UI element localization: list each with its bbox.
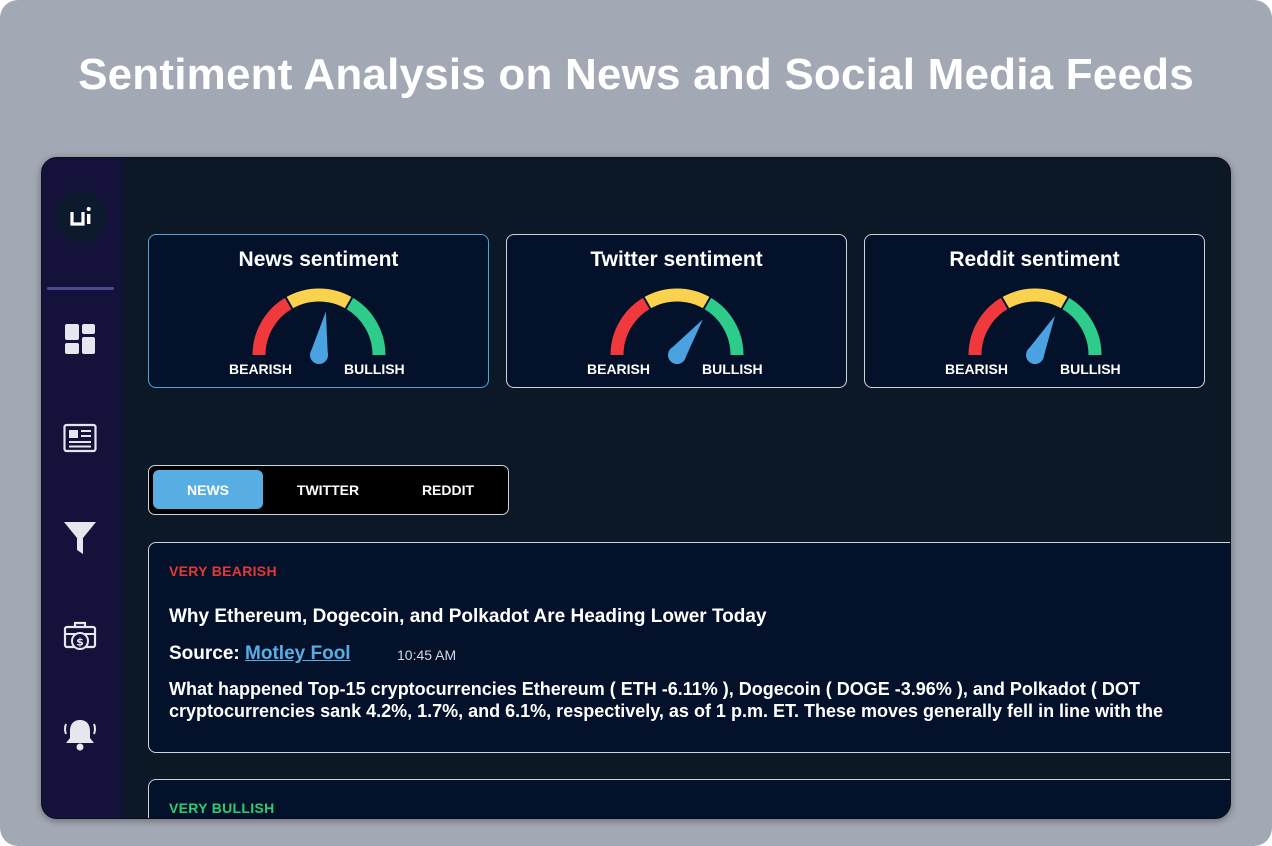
summary-line: What happened Top-15 cryptocurrencies Et… bbox=[169, 679, 1140, 699]
neutral-arc-segment bbox=[643, 288, 711, 309]
bearish-arc-segment bbox=[252, 297, 293, 356]
svg-text:$: $ bbox=[76, 636, 84, 649]
reddit-sentiment-card[interactable]: Reddit sentiment BEARISH BULLISH bbox=[864, 234, 1205, 388]
bullish-arc-segment bbox=[703, 297, 744, 356]
summary-line: cryptocurrencies sank 4.2%, 1.7%, and 6.… bbox=[169, 701, 1164, 721]
nav-news[interactable] bbox=[62, 420, 98, 456]
bearish-label: BEARISH bbox=[945, 361, 1009, 377]
gauge-needle bbox=[310, 311, 328, 364]
article-time: 10:45 AM bbox=[397, 647, 457, 663]
neutral-arc-segment bbox=[1001, 288, 1069, 309]
nav-portfolio[interactable]: $ bbox=[62, 618, 98, 654]
sidebar: $ bbox=[42, 158, 122, 818]
sidebar-divider bbox=[47, 287, 114, 290]
neutral-arc-segment bbox=[285, 288, 353, 309]
app-window: $ News sentiment BEARISH BULLISH Twitter… bbox=[41, 157, 1231, 819]
article-source: Source: Motley Fool bbox=[169, 643, 351, 665]
bullish-label: BULLISH bbox=[1060, 361, 1121, 377]
gauge-needle bbox=[668, 319, 703, 364]
nav-filter[interactable] bbox=[62, 520, 98, 556]
tab-twitter[interactable]: TWITTER bbox=[273, 470, 383, 509]
bell-icon bbox=[64, 720, 96, 751]
sentiment-gauge bbox=[252, 288, 386, 364]
article-title[interactable]: Why Ethereum, Dogecoin, and Polkadot Are… bbox=[169, 606, 767, 628]
tab-reddit[interactable]: REDDIT bbox=[393, 470, 503, 509]
sentiment-gauge bbox=[968, 288, 1102, 364]
dashboard-icon bbox=[65, 324, 95, 354]
bearish-label: BEARISH bbox=[229, 361, 293, 377]
briefcase-dollar-icon: $ bbox=[63, 621, 97, 650]
feed-item[interactable]: VERY BEARISH Why Ethereum, Dogecoin, and… bbox=[148, 542, 1230, 753]
nav-dashboard[interactable] bbox=[62, 321, 98, 357]
filter-icon bbox=[64, 522, 96, 554]
sentiment-tag: VERY BULLISH bbox=[169, 800, 275, 816]
newspaper-icon bbox=[63, 423, 97, 453]
page-headline: Sentiment Analysis on News and Social Me… bbox=[78, 50, 1194, 99]
news-sentiment-card[interactable]: News sentiment BEARISH BULLISH bbox=[148, 234, 489, 388]
feed-item[interactable]: VERY BULLISH bbox=[148, 779, 1230, 818]
needle-hub bbox=[1026, 346, 1044, 364]
sentiment-tag: VERY BEARISH bbox=[169, 563, 277, 579]
bearish-label: BEARISH bbox=[587, 361, 651, 377]
bullish-label: BULLISH bbox=[344, 361, 405, 377]
needle-hub bbox=[668, 346, 686, 364]
twitter-sentiment-card[interactable]: Twitter sentiment BEARISH BULLISH bbox=[506, 234, 847, 388]
nav-alerts[interactable] bbox=[62, 716, 98, 752]
bearish-arc-segment bbox=[968, 297, 1009, 356]
bullish-arc-segment bbox=[1061, 297, 1102, 356]
tab-news[interactable]: NEWS bbox=[153, 470, 263, 509]
sentiment-gauge bbox=[610, 288, 744, 364]
promo-frame: Sentiment Analysis on News and Social Me… bbox=[0, 0, 1272, 846]
bullish-arc-segment bbox=[345, 297, 386, 356]
bullish-label: BULLISH bbox=[702, 361, 763, 377]
main-content: News sentiment BEARISH BULLISH Twitter s… bbox=[122, 158, 1230, 818]
source-tabs: NEWS TWITTER REDDIT bbox=[148, 465, 509, 515]
app-logo[interactable] bbox=[55, 191, 107, 243]
card-title: News sentiment bbox=[238, 248, 399, 271]
article-summary: What happened Top-15 cryptocurrencies Et… bbox=[169, 678, 1230, 722]
card-title: Reddit sentiment bbox=[949, 248, 1120, 271]
source-link[interactable]: Motley Fool bbox=[245, 643, 351, 664]
card-title: Twitter sentiment bbox=[590, 248, 763, 271]
logo-icon bbox=[70, 207, 91, 226]
needle-hub bbox=[310, 346, 328, 364]
gauge-needle bbox=[1026, 315, 1055, 364]
source-label: Source: bbox=[169, 643, 240, 664]
bearish-arc-segment bbox=[610, 297, 651, 356]
